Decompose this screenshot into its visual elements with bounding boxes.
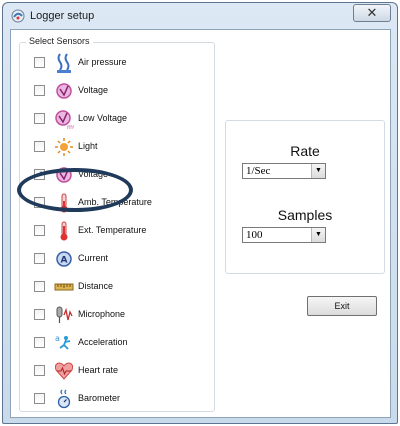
exit-button[interactable]: Exit [307,296,377,316]
sensor-label: Amb. Temperature [78,197,152,207]
external-temperature-icon [54,220,74,242]
ambient-temperature-checkbox[interactable] [34,197,45,208]
rate-samples-group: Rate 1/Sec ▼ Samples 100 ▼ [225,120,385,274]
app-logo-icon [11,9,25,23]
client-area: Select Sensors Air pressure Voltage m Lo… [10,29,391,418]
microphone-icon [54,304,74,326]
sensor-row-voltage[interactable]: Voltage [26,79,210,103]
select-sensors-legend: Select Sensors [26,36,93,46]
sensor-label: Microphone [78,309,126,319]
close-button[interactable]: ✕ [353,4,391,22]
select-sensors-group: Select Sensors Air pressure Voltage m Lo… [19,36,215,412]
sensor-label: Air pressure [78,57,127,67]
chevron-down-icon[interactable]: ▼ [311,228,325,242]
sensor-label: Distance [78,281,114,291]
current-icon: A [54,248,74,270]
sensor-label: Acceleration [78,337,128,347]
current-checkbox[interactable] [34,253,45,264]
samples-select-value: 100 [246,229,263,241]
rate-select[interactable]: 1/Sec ▼ [242,163,326,179]
sensor-row-acceleration[interactable]: a Acceleration [26,331,210,355]
sensor-label: Voltage [78,169,109,179]
sensor-row-low-voltage[interactable]: mv Low Voltage [26,107,210,131]
sensor-label: Heart rate [78,365,119,375]
sensor-label: Light [78,141,98,151]
svg-text:A: A [61,256,68,266]
light-checkbox[interactable] [34,141,45,152]
distance-checkbox[interactable] [34,281,45,292]
barometer-checkbox[interactable] [34,393,45,404]
sensor-row-voltage-selected[interactable]: ✓ Voltage [26,163,210,187]
sensor-label: Low Voltage [78,113,128,123]
logger-setup-window: Logger setup ✕ Select Sensors Air pressu… [2,2,398,424]
rate-heading: Rate [290,143,320,159]
heart-rate-checkbox[interactable] [34,365,45,376]
barometer-icon [54,388,74,410]
samples-select[interactable]: 100 ▼ [242,227,326,243]
samples-heading: Samples [277,207,333,223]
rate-select-value: 1/Sec [246,165,271,177]
svg-text:a: a [55,334,60,343]
sensor-row-barometer[interactable]: Barometer [26,387,210,411]
distance-icon [54,276,74,298]
svg-text:mv: mv [67,124,74,130]
title-bar: Logger setup ✕ [3,3,397,29]
sensor-row-external-temperature[interactable]: Ext. Temperature [26,219,210,243]
chevron-down-icon[interactable]: ▼ [311,164,325,178]
sensor-row-distance[interactable]: Distance [26,275,210,299]
sensor-row-current[interactable]: A Current [26,247,210,271]
sensor-label: Current [78,253,109,263]
voltage-icon [54,80,74,102]
light-icon [54,136,74,158]
sensor-row-air-pressure[interactable]: Air pressure [26,51,210,75]
sensor-label: Voltage [78,85,109,95]
external-temperature-checkbox[interactable] [34,225,45,236]
acceleration-checkbox[interactable] [34,337,45,348]
low-voltage-checkbox[interactable] [34,113,45,124]
low-voltage-icon: mv [54,108,77,131]
sensor-row-light[interactable]: Light [26,135,210,159]
sensor-row-ambient-temperature[interactable]: Amb. Temperature [26,191,210,215]
voltage-checkbox-checked[interactable]: ✓ [34,169,45,180]
voltage-icon [54,164,74,186]
air-pressure-icon [54,52,74,74]
ambient-temperature-icon [54,192,74,214]
window-title: Logger setup [30,10,95,22]
voltage-checkbox[interactable] [34,85,45,96]
sensor-label: Barometer [78,393,121,403]
air-pressure-checkbox[interactable] [34,57,45,68]
acceleration-icon: a [54,332,74,354]
sensor-label: Ext. Temperature [78,225,147,235]
heart-rate-icon [54,360,74,382]
microphone-checkbox[interactable] [34,309,45,320]
sensor-row-microphone[interactable]: Microphone [26,303,210,327]
sensor-row-heart-rate[interactable]: Heart rate [26,359,210,383]
